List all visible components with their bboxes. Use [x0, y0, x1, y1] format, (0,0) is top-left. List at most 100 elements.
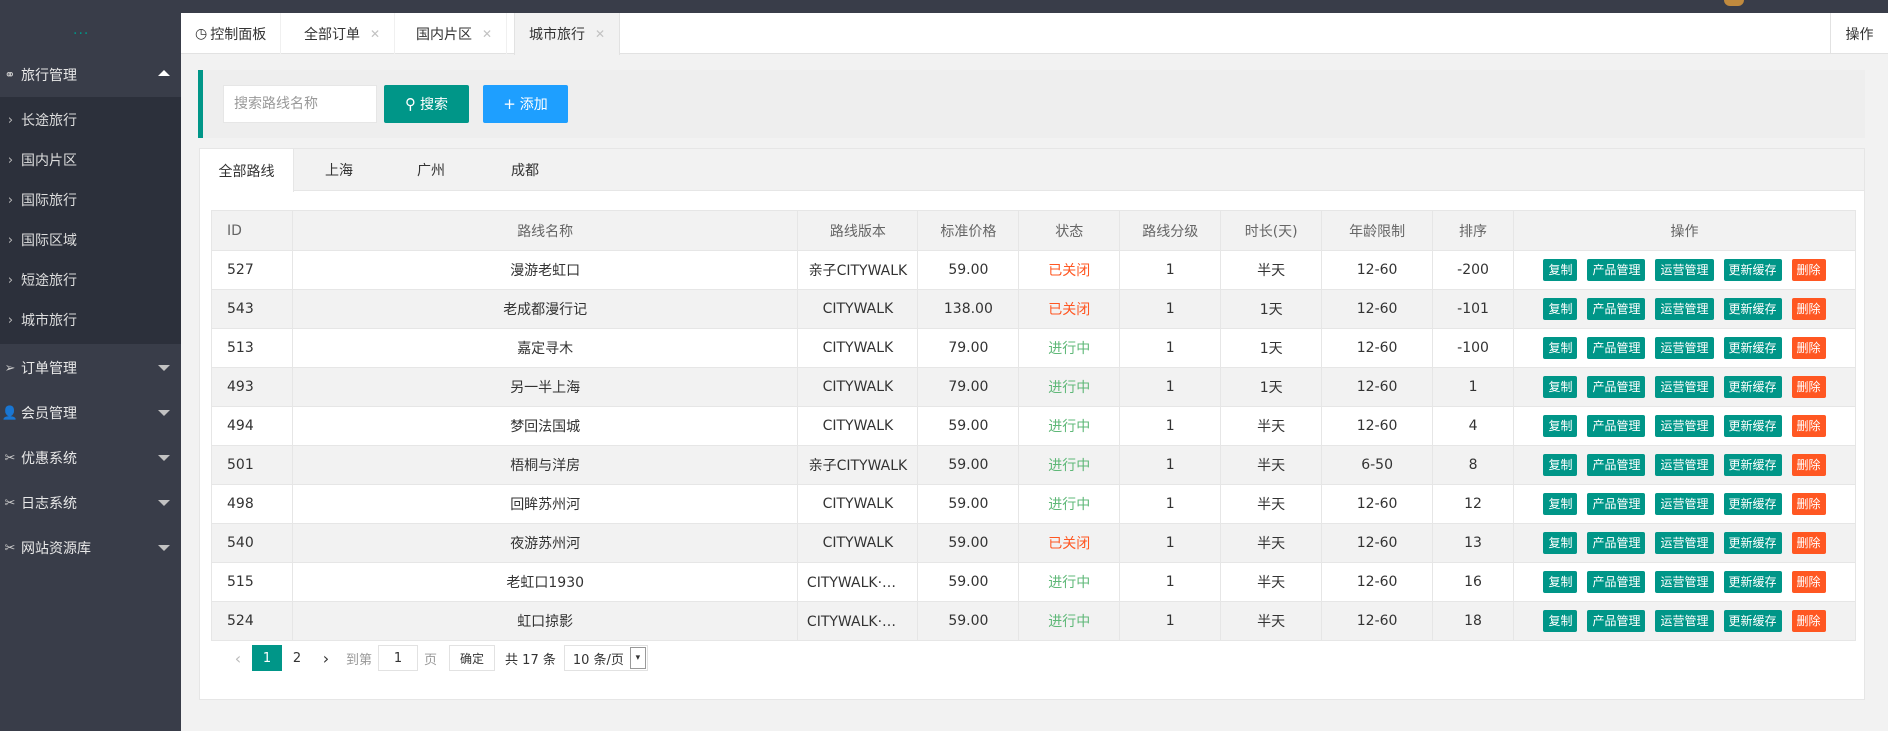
next-page-button[interactable]: › [312, 649, 340, 668]
delete-button[interactable]: 删除 [1791, 571, 1826, 593]
tab-all-routes[interactable]: 全部路线 [200, 149, 294, 192]
delete-button[interactable]: 删除 [1791, 259, 1826, 281]
sidebar-item-intl-area[interactable]: › 国际区域 [0, 220, 181, 260]
ops-manage-button[interactable]: 运营管理 [1655, 493, 1714, 515]
copy-button[interactable]: 复制 [1543, 610, 1578, 632]
delete-button[interactable]: 删除 [1791, 493, 1826, 515]
ops-manage-button[interactable]: 运营管理 [1655, 298, 1714, 320]
nav-group-promotions[interactable]: ✂ 优惠系统 [0, 436, 181, 480]
tab-label: 国内片区 [416, 26, 472, 43]
ops-manage-button[interactable]: 运营管理 [1655, 337, 1714, 359]
sidebar-item-short-trip[interactable]: › 短途旅行 [0, 260, 181, 300]
ops-manage-button[interactable]: 运营管理 [1655, 376, 1714, 398]
product-manage-button[interactable]: 产品管理 [1587, 259, 1646, 281]
refresh-cache-button[interactable]: 更新缓存 [1723, 376, 1782, 398]
refresh-cache-button[interactable]: 更新缓存 [1723, 337, 1782, 359]
copy-button[interactable]: 复制 [1543, 376, 1578, 398]
tab-shanghai[interactable]: 上海 [294, 149, 384, 191]
product-manage-button[interactable]: 产品管理 [1587, 376, 1646, 398]
product-manage-button[interactable]: 产品管理 [1587, 454, 1646, 476]
goto-page-input[interactable]: 1 [378, 645, 419, 671]
sort-cell: -100 [1432, 328, 1514, 368]
search-input[interactable] [223, 85, 377, 123]
close-icon[interactable]: ✕ [482, 27, 492, 41]
product-manage-button[interactable]: 产品管理 [1587, 415, 1646, 437]
copy-button[interactable]: 复制 [1543, 571, 1578, 593]
product-manage-button[interactable]: 产品管理 [1587, 571, 1646, 593]
prev-page-button[interactable]: ‹ [224, 649, 252, 668]
delete-button[interactable]: 删除 [1791, 337, 1826, 359]
copy-button[interactable]: 复制 [1543, 298, 1578, 320]
delete-button[interactable]: 删除 [1791, 376, 1826, 398]
sidebar-collapse-toggle[interactable]: ··· [73, 26, 89, 42]
column-header: 操作 [1513, 210, 1856, 251]
add-route-button[interactable]: + 添加 [483, 85, 568, 123]
page-size-select[interactable]: 10 条/页 ▾ [563, 645, 648, 671]
status-cell: 进行中 [1018, 367, 1121, 407]
refresh-cache-button[interactable]: 更新缓存 [1723, 259, 1782, 281]
nav-group-logs[interactable]: ✂ 日志系统 [0, 481, 181, 525]
version-text: 亲子CITYWALK [808, 458, 908, 474]
product-manage-button[interactable]: 产品管理 [1587, 298, 1646, 320]
refresh-cache-button[interactable]: 更新缓存 [1723, 454, 1782, 476]
tab-all-orders[interactable]: 全部订单 ✕ [290, 13, 396, 54]
close-icon[interactable]: ✕ [370, 27, 380, 41]
sidebar-item-intl-trip[interactable]: › 国际旅行 [0, 180, 181, 220]
tab-guangzhou[interactable]: 广州 [386, 149, 476, 191]
copy-button[interactable]: 复制 [1543, 337, 1578, 359]
product-manage-button[interactable]: 产品管理 [1587, 610, 1646, 632]
refresh-cache-button[interactable]: 更新缓存 [1723, 493, 1782, 515]
delete-button[interactable]: 删除 [1791, 454, 1826, 476]
copy-button[interactable]: 复制 [1543, 454, 1578, 476]
tab-chengdu[interactable]: 成都 [480, 149, 570, 191]
search-button[interactable]: ⚲ 搜索 [384, 85, 469, 123]
delete-button[interactable]: 删除 [1791, 298, 1826, 320]
delete-button[interactable]: 删除 [1791, 415, 1826, 437]
level-cell: 1 [1119, 445, 1222, 485]
copy-button[interactable]: 复制 [1543, 493, 1578, 515]
tab-city-trip[interactable]: 城市旅行 ✕ [514, 13, 621, 55]
refresh-cache-button[interactable]: 更新缓存 [1723, 532, 1782, 554]
id-cell: 515 [211, 562, 293, 602]
product-manage-button[interactable]: 产品管理 [1587, 493, 1646, 515]
ops-manage-button[interactable]: 运营管理 [1655, 454, 1714, 476]
nav-group-resources[interactable]: ✂ 网站资源库 [0, 526, 181, 570]
delete-button[interactable]: 删除 [1791, 610, 1826, 632]
age-limit-cell: 12-60 [1321, 484, 1434, 524]
delete-button[interactable]: 删除 [1791, 532, 1826, 554]
level-cell: 1 [1119, 484, 1222, 524]
goto-confirm-button[interactable]: 确定 [449, 645, 496, 671]
tab-dashboard[interactable]: ◷ 控制面板 [181, 13, 282, 54]
tab-operations-menu[interactable]: 操作 [1830, 13, 1888, 54]
ops-manage-button[interactable]: 运营管理 [1655, 259, 1714, 281]
copy-button[interactable]: 复制 [1543, 415, 1578, 437]
ops-manage-button[interactable]: 运营管理 [1655, 415, 1714, 437]
refresh-cache-button[interactable]: 更新缓存 [1723, 610, 1782, 632]
sidebar-item-city-trip[interactable]: › 城市旅行 [0, 300, 181, 340]
user-avatar[interactable] [1724, 0, 1744, 6]
sidebar-item-domestic-area[interactable]: › 国内片区 [0, 140, 181, 180]
ops-manage-button[interactable]: 运营管理 [1655, 610, 1714, 632]
nav-group-members[interactable]: 👤 会员管理 [0, 391, 181, 435]
nav-group-orders[interactable]: ➢ 订单管理 [0, 346, 181, 390]
ops-manage-button[interactable]: 运营管理 [1655, 532, 1714, 554]
copy-button[interactable]: 复制 [1543, 532, 1578, 554]
page-current[interactable]: 1 [252, 645, 282, 671]
sidebar-item-long-trip[interactable]: › 长途旅行 [0, 100, 181, 140]
product-manage-button[interactable]: 产品管理 [1587, 337, 1646, 359]
close-icon[interactable]: ✕ [595, 27, 605, 41]
nav-group-travel[interactable]: ⚭ 旅行管理 [0, 53, 181, 97]
page-link[interactable]: 2 [282, 651, 312, 666]
actions-cell: 复制 产品管理 运营管理 更新缓存 删除 [1513, 406, 1856, 446]
ops-manage-button[interactable]: 运营管理 [1655, 571, 1714, 593]
refresh-cache-button[interactable]: 更新缓存 [1723, 571, 1782, 593]
tab-domestic-area[interactable]: 国内片区 ✕ [402, 13, 508, 54]
actions-cell: 复制 产品管理 运营管理 更新缓存 删除 [1513, 445, 1856, 485]
chevron-down-icon: ▾ [629, 647, 646, 669]
copy-button[interactable]: 复制 [1543, 259, 1578, 281]
route-name-cell: 另一半上海 [291, 367, 799, 407]
refresh-cache-button[interactable]: 更新缓存 [1723, 415, 1782, 437]
refresh-cache-button[interactable]: 更新缓存 [1723, 298, 1782, 320]
age-limit-cell: 12-60 [1321, 367, 1434, 407]
product-manage-button[interactable]: 产品管理 [1587, 532, 1646, 554]
